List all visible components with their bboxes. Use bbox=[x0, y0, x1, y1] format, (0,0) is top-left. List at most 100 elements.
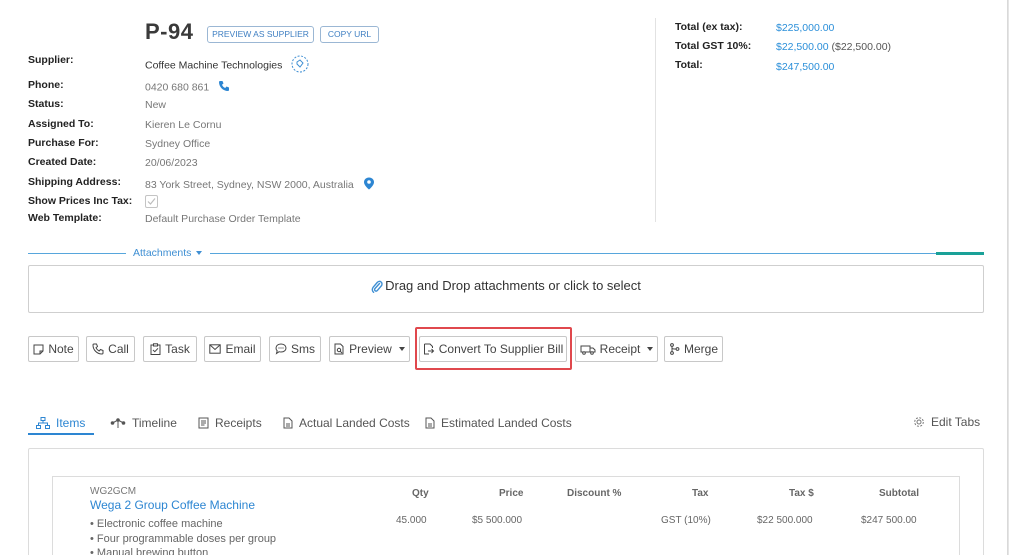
item-subtotal: $247 500.00 bbox=[861, 515, 917, 526]
total-label: Total: bbox=[675, 59, 703, 71]
phone-value: 0420 680 861 bbox=[145, 80, 230, 95]
note-label: Note bbox=[48, 342, 74, 356]
po-number: P-94 bbox=[145, 19, 194, 44]
chevron-down-icon bbox=[398, 347, 405, 351]
purchase-order-page: P-94 PREVIEW AS SUPPLIER COPY URL Suppli… bbox=[0, 0, 1008, 555]
purchase-for-label: Purchase For: bbox=[28, 137, 99, 149]
dropzone-text: Drag and Drop attachments or click to se… bbox=[385, 278, 641, 293]
attachments-accent-bar bbox=[936, 252, 984, 255]
gear-icon bbox=[914, 417, 924, 427]
column-header-price: Price bbox=[499, 488, 524, 499]
item-description-line: • Manual brewing button bbox=[90, 547, 209, 555]
email-button[interactable]: Email bbox=[204, 336, 261, 362]
item-tax-amount: $22 500.000 bbox=[757, 515, 813, 526]
task-button[interactable]: Task bbox=[143, 336, 197, 362]
merge-button[interactable]: Merge bbox=[664, 336, 723, 362]
total-ex-tax-value: $225,000.00 bbox=[776, 22, 835, 34]
chevron-down-icon bbox=[647, 347, 654, 351]
web-template-label: Web Template: bbox=[28, 212, 102, 224]
chevron-down-icon bbox=[196, 251, 203, 256]
tab-timeline[interactable]: Timeline bbox=[110, 416, 177, 430]
sms-button[interactable]: Sms bbox=[269, 336, 321, 362]
tab-active-underline bbox=[28, 433, 94, 435]
note-button[interactable]: Note bbox=[28, 336, 79, 362]
item-qty: 45.000 bbox=[396, 515, 427, 526]
created-date-value: 20/06/2023 bbox=[145, 157, 198, 169]
item-description-line: • Four programmable doses per group bbox=[90, 533, 277, 545]
assigned-to-value: Kieren Le Cornu bbox=[145, 119, 222, 131]
tab-timeline-label: Timeline bbox=[132, 416, 177, 430]
clipboard-icon bbox=[150, 343, 161, 355]
tab-receipts[interactable]: Receipts bbox=[198, 416, 262, 430]
web-template-value: Default Purchase Order Template bbox=[145, 213, 301, 225]
phone-number[interactable]: 0420 680 861 bbox=[145, 81, 209, 93]
attachments-divider-right bbox=[210, 253, 936, 254]
checkbox-icon bbox=[145, 195, 158, 208]
item-name-link[interactable]: Wega 2 Group Coffee Machine bbox=[90, 498, 255, 512]
call-button[interactable]: Call bbox=[86, 336, 135, 362]
attachments-label: Attachments bbox=[133, 247, 192, 259]
tab-actual-landed-costs-label: Actual Landed Costs bbox=[299, 416, 410, 430]
phone-icon bbox=[92, 343, 104, 355]
merge-icon bbox=[670, 343, 680, 355]
map-pin-icon[interactable] bbox=[363, 177, 375, 193]
show-prices-inc-tax-checkbox[interactable] bbox=[145, 195, 158, 211]
timeline-icon bbox=[110, 418, 126, 428]
truck-icon bbox=[580, 345, 596, 355]
shipping-address-label: Shipping Address: bbox=[28, 176, 121, 188]
receipt-dropdown-button[interactable]: Receipt bbox=[575, 336, 658, 362]
copy-url-button[interactable]: COPY URL bbox=[320, 26, 379, 43]
document-search-icon bbox=[334, 343, 344, 355]
total-gst-label: Total GST 10%: bbox=[675, 40, 752, 52]
tab-actual-landed-costs[interactable]: Actual Landed Costs bbox=[283, 416, 410, 430]
tab-receipts-label: Receipts bbox=[215, 416, 262, 430]
total-gst-amount: $22,500.00 bbox=[776, 41, 829, 53]
email-label: Email bbox=[225, 342, 256, 356]
preview-label: Preview bbox=[349, 342, 392, 356]
phone-icon[interactable] bbox=[218, 80, 230, 95]
item-code: WG2GCM bbox=[90, 486, 137, 497]
paperclip-icon bbox=[371, 280, 383, 293]
tab-items-label: Items bbox=[56, 416, 86, 430]
merge-label: Merge bbox=[683, 342, 718, 356]
column-header-tax: Tax bbox=[692, 488, 709, 499]
supplier-link[interactable]: Coffee Machine Technologies bbox=[145, 59, 282, 71]
tab-estimated-landed-costs[interactable]: Estimated Landed Costs bbox=[425, 416, 572, 430]
supplier-value: Coffee Machine Technologies bbox=[145, 55, 309, 76]
tag-icon[interactable] bbox=[291, 55, 309, 76]
document-icon bbox=[283, 417, 293, 429]
total-gst-secondary: ($22,500.00) bbox=[831, 41, 892, 53]
created-date-label: Created Date: bbox=[28, 156, 97, 168]
attachments-divider-left bbox=[28, 253, 126, 254]
item-tax: GST (10%) bbox=[661, 515, 711, 526]
total-value: $247,500.00 bbox=[776, 61, 835, 73]
edit-tabs-button[interactable]: Edit Tabs bbox=[913, 415, 980, 429]
item-description-line: • Electronic coffee machine bbox=[90, 518, 223, 530]
phone-label: Phone: bbox=[28, 79, 64, 91]
call-label: Call bbox=[108, 342, 129, 356]
purchase-for-value: Sydney Office bbox=[145, 138, 211, 150]
column-header-qty: Qty bbox=[412, 488, 429, 499]
chat-bubble-icon bbox=[275, 343, 287, 355]
attachments-dropzone[interactable]: Drag and Drop attachments or click to se… bbox=[28, 265, 984, 313]
edit-tabs-label: Edit Tabs bbox=[931, 415, 981, 429]
note-icon bbox=[33, 344, 44, 354]
preview-as-supplier-button[interactable]: PREVIEW AS SUPPLIER bbox=[207, 26, 314, 43]
envelope-icon bbox=[209, 344, 222, 354]
column-header-tax-amount: Tax $ bbox=[789, 488, 814, 499]
tab-items[interactable]: Items bbox=[36, 416, 85, 430]
convert-button-highlight bbox=[415, 327, 572, 370]
page-scrollbar[interactable] bbox=[1008, 0, 1024, 555]
column-header-discount: Discount % bbox=[567, 488, 622, 499]
item-price: $5 500.000 bbox=[472, 515, 523, 526]
total-gst-value: $22,500.00 ($22,500.00) bbox=[776, 41, 891, 53]
supplier-label: Supplier: bbox=[28, 54, 74, 66]
sitemap-icon bbox=[36, 417, 50, 429]
status-label: Status: bbox=[28, 98, 64, 110]
attachments-toggle[interactable]: Attachments bbox=[133, 247, 203, 259]
preview-dropdown-button[interactable]: Preview bbox=[329, 336, 410, 362]
receipt-label: Receipt bbox=[599, 342, 641, 356]
tab-estimated-landed-costs-label: Estimated Landed Costs bbox=[441, 416, 572, 430]
totals-divider bbox=[655, 18, 656, 222]
receipt-icon bbox=[198, 417, 209, 429]
